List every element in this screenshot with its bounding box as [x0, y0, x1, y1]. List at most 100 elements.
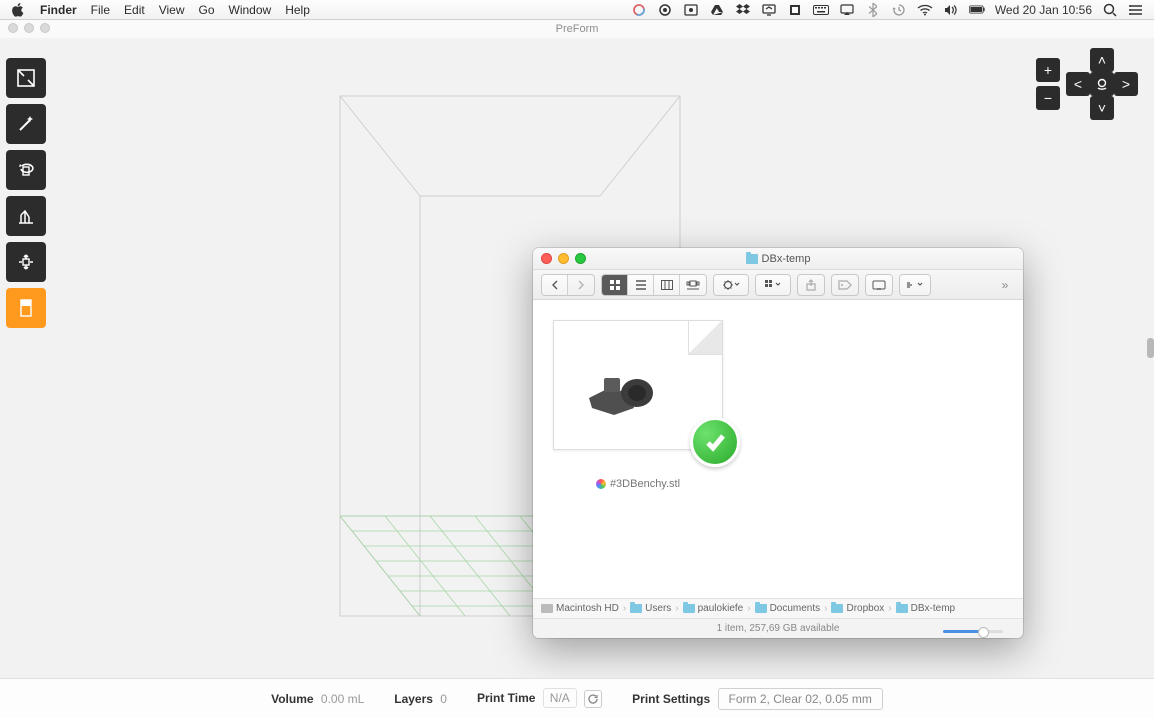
- view-nav-pad: + − ˄ ˅ < >: [1036, 48, 1138, 120]
- print-settings-button[interactable]: Form 2, Clear 02, 0.05 mm: [718, 688, 883, 710]
- preform-workspace[interactable]: + − ˄ ˅ < >: [0, 38, 1154, 678]
- scale-tool-button[interactable]: [6, 58, 46, 98]
- folder-icon: [630, 604, 642, 613]
- finder-zoom-button[interactable]: [575, 253, 586, 264]
- print-settings-label: Print Settings: [632, 692, 710, 706]
- path-seg-dropbox[interactable]: Dropbox: [831, 603, 884, 614]
- printtime-value: N/A: [543, 688, 577, 708]
- path-seg-disk[interactable]: Macintosh HD: [541, 603, 619, 614]
- display-icon[interactable]: [761, 2, 777, 18]
- finder-list-view-button[interactable]: [628, 275, 654, 295]
- finder-toolbar-overflow[interactable]: »: [995, 275, 1015, 295]
- menu-extra-1-icon[interactable]: [631, 2, 647, 18]
- path-seg-current[interactable]: DBx-temp: [896, 603, 955, 614]
- finder-toolbar: »: [533, 270, 1023, 300]
- preform-window: PreForm + − ˄ ˅ < >: [0, 20, 1154, 718]
- view-down-button[interactable]: ˅: [1090, 96, 1114, 120]
- finder-action-menu[interactable]: [714, 275, 748, 295]
- layer-slider-thumb[interactable]: [1147, 338, 1154, 358]
- dropbox-icon[interactable]: [735, 2, 751, 18]
- preform-close-button[interactable]: [8, 23, 18, 33]
- file-name-label: #3DBenchy.stl: [610, 478, 680, 490]
- folder-icon: [896, 604, 908, 613]
- finder-window[interactable]: DBx-temp »: [533, 248, 1023, 638]
- finder-forward-button[interactable]: [568, 275, 594, 295]
- gdrive-icon[interactable]: [709, 2, 725, 18]
- preform-title: PreForm: [556, 23, 599, 35]
- apple-icon[interactable]: [10, 2, 26, 18]
- finder-share-button[interactable]: [798, 275, 824, 295]
- finder-quicklook-button[interactable]: [866, 275, 892, 295]
- file-dogear-icon: [688, 321, 722, 355]
- supports-tool-button[interactable]: [6, 196, 46, 236]
- preform-minimise-button[interactable]: [24, 23, 34, 33]
- menu-view[interactable]: View: [159, 3, 185, 17]
- disk-icon: [541, 604, 553, 613]
- finder-titlebar[interactable]: DBx-temp: [533, 248, 1023, 270]
- finder-status-bar: 1 item, 257,69 GB available: [533, 618, 1023, 638]
- menu-help[interactable]: Help: [285, 3, 310, 17]
- macos-menubar: Finder File Edit View Go Window Help Wed…: [0, 0, 1154, 20]
- zoom-in-button[interactable]: +: [1036, 58, 1060, 82]
- path-seg-user[interactable]: paulokiefe: [683, 603, 744, 614]
- menu-window[interactable]: Window: [229, 3, 272, 17]
- finder-content-area[interactable]: #3DBenchy.stl: [533, 300, 1023, 598]
- zoom-out-button[interactable]: −: [1036, 86, 1060, 110]
- menu-edit[interactable]: Edit: [124, 3, 145, 17]
- preform-zoom-button[interactable]: [40, 23, 50, 33]
- finder-icon-size-slider[interactable]: [943, 630, 1003, 633]
- finder-back-button[interactable]: [542, 275, 568, 295]
- battery-icon[interactable]: [969, 2, 985, 18]
- finder-dropbox-menu[interactable]: [900, 275, 930, 295]
- notification-center-icon[interactable]: [1128, 2, 1144, 18]
- preform-status-bar: Volume 0.00 mL Layers 0 Print Time N/A P…: [0, 678, 1154, 718]
- finder-nav-buttons: [541, 274, 595, 296]
- keyboard-icon[interactable]: [813, 2, 829, 18]
- wifi-icon[interactable]: [917, 2, 933, 18]
- airplay-icon[interactable]: [839, 2, 855, 18]
- view-home-button[interactable]: [1090, 72, 1114, 96]
- view-up-button[interactable]: ˄: [1090, 48, 1114, 72]
- spotlight-icon[interactable]: [1102, 2, 1118, 18]
- volume-value: 0.00 mL: [321, 692, 364, 706]
- file-tag-icon: [596, 479, 606, 489]
- model-preview-icon: [574, 353, 674, 423]
- screenrec-icon[interactable]: [683, 2, 699, 18]
- path-seg-documents[interactable]: Documents: [755, 603, 821, 614]
- menu-go[interactable]: Go: [199, 3, 215, 17]
- finder-close-button[interactable]: [541, 253, 552, 264]
- layers-label: Layers: [394, 692, 433, 706]
- view-left-button[interactable]: <: [1066, 72, 1090, 96]
- finder-coverflow-view-button[interactable]: [680, 275, 706, 295]
- folder-icon: [683, 604, 695, 613]
- layers-tool-button[interactable]: [6, 288, 46, 328]
- path-seg-users[interactable]: Users: [630, 603, 671, 614]
- folder-icon: [755, 604, 767, 613]
- volume-icon[interactable]: [943, 2, 959, 18]
- finder-column-view-button[interactable]: [654, 275, 680, 295]
- layers-value: 0: [440, 692, 447, 706]
- rotate-tool-button[interactable]: [6, 150, 46, 190]
- recalculate-button[interactable]: [584, 690, 602, 708]
- layout-tool-button[interactable]: [6, 242, 46, 282]
- preform-left-toolbar: [6, 58, 46, 328]
- menu-file[interactable]: File: [91, 3, 110, 17]
- finder-minimise-button[interactable]: [558, 253, 569, 264]
- file-thumbnail: [553, 320, 723, 450]
- magic-wand-tool-button[interactable]: [6, 104, 46, 144]
- menuextra-square-icon[interactable]: [787, 2, 803, 18]
- finder-tags-button[interactable]: [832, 275, 858, 295]
- timemachine-icon[interactable]: [891, 2, 907, 18]
- finder-view-buttons: [601, 274, 707, 296]
- view-right-button[interactable]: >: [1114, 72, 1138, 96]
- finder-path-bar: Macintosh HD› Users› paulokiefe› Documen…: [533, 598, 1023, 618]
- bluetooth-icon[interactable]: [865, 2, 881, 18]
- active-app-name[interactable]: Finder: [40, 3, 77, 17]
- finder-title: DBx-temp: [762, 253, 811, 265]
- finder-icon-view-button[interactable]: [602, 275, 628, 295]
- menubar-datetime[interactable]: Wed 20 Jan 10:56: [995, 3, 1092, 17]
- finder-arrange-menu[interactable]: [756, 275, 790, 295]
- record-icon[interactable]: [657, 2, 673, 18]
- folder-icon: [746, 254, 758, 264]
- file-item[interactable]: #3DBenchy.stl: [553, 320, 723, 490]
